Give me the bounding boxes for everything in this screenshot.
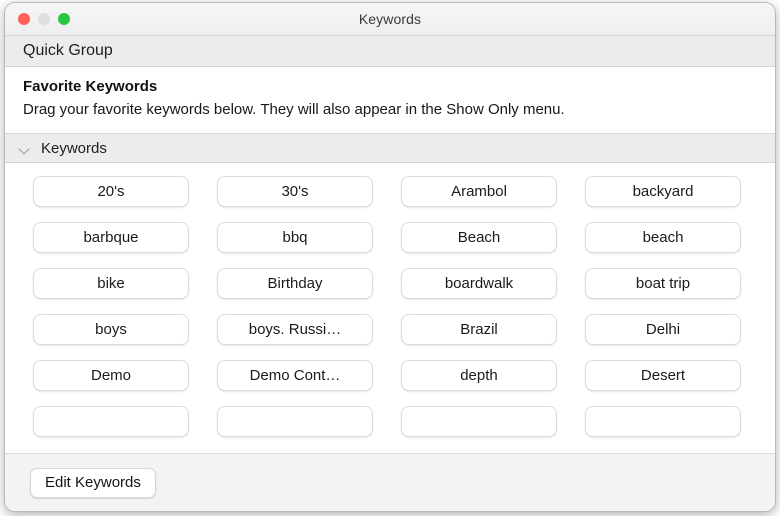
chevron-down-icon[interactable] <box>19 142 32 155</box>
keyword-button-clipped[interactable] <box>401 406 557 437</box>
favorite-keywords-title: Favorite Keywords <box>23 77 757 97</box>
keyword-button[interactable]: Beach <box>401 222 557 253</box>
keyword-button[interactable]: 30's <box>217 176 373 207</box>
keywords-grid: 20's 30's Arambol backyard barbque bbq Beachbe… <box>5 176 775 437</box>
keyword-button-clipped[interactable] <box>585 406 741 437</box>
keyword-button[interactable]: Desert <box>585 360 741 391</box>
keywords-window: Keywords Quick Group Favorite Keywords D… <box>4 2 776 512</box>
keyword-button[interactable]: boardwalk <box>401 268 557 299</box>
keyword-button[interactable]: Birthday <box>217 268 373 299</box>
quick-group-label: Quick Group <box>23 42 113 60</box>
keyword-button[interactable]: barbque <box>33 222 189 253</box>
window-titlebar: Keywords <box>5 3 775 36</box>
traffic-lights <box>18 13 70 25</box>
keyword-button[interactable]: Demo <box>33 360 189 391</box>
zoom-button-icon[interactable] <box>58 13 70 25</box>
keyword-button[interactable]: 20's <box>33 176 189 207</box>
keywords-section-title: Keywords <box>41 140 107 157</box>
edit-keywords-button[interactable]: Edit Keywords <box>30 468 156 498</box>
keyword-button[interactable]: bbq <box>217 222 373 253</box>
keywords-scroll-area[interactable]: 20's 30's Arambol backyard barbque bbq Beachbe… <box>5 163 775 453</box>
keyword-button[interactable]: Brazil <box>401 314 557 345</box>
keyword-button[interactable]: boys. Russi… <box>217 314 373 345</box>
keyword-button[interactable]: backyard <box>585 176 741 207</box>
window-footer: Edit Keywords <box>5 453 775 511</box>
keyword-button[interactable]: bike <box>33 268 189 299</box>
keyword-button-clipped[interactable] <box>33 406 189 437</box>
keyword-button[interactable]: depth <box>401 360 557 391</box>
keyword-button-clipped[interactable] <box>217 406 373 437</box>
keyword-button[interactable]: Delhi <box>585 314 741 345</box>
keywords-section-header[interactable]: Keywords <box>5 133 775 163</box>
close-button-icon[interactable] <box>18 13 30 25</box>
keyword-button[interactable]: Demo Cont… <box>217 360 373 391</box>
favorite-keywords-section: Favorite Keywords Drag your favorite key… <box>5 67 775 133</box>
favorite-keywords-description: Drag your favorite keywords below. They … <box>23 99 713 121</box>
window-title: Keywords <box>5 11 775 27</box>
keyword-button[interactable]: boys <box>33 314 189 345</box>
keyword-button[interactable]: boat trip <box>585 268 741 299</box>
minimize-button-icon[interactable] <box>38 13 50 25</box>
keyword-button[interactable]: beach <box>585 222 741 253</box>
quick-group-bar: Quick Group <box>5 36 775 67</box>
keyword-button[interactable]: Arambol <box>401 176 557 207</box>
